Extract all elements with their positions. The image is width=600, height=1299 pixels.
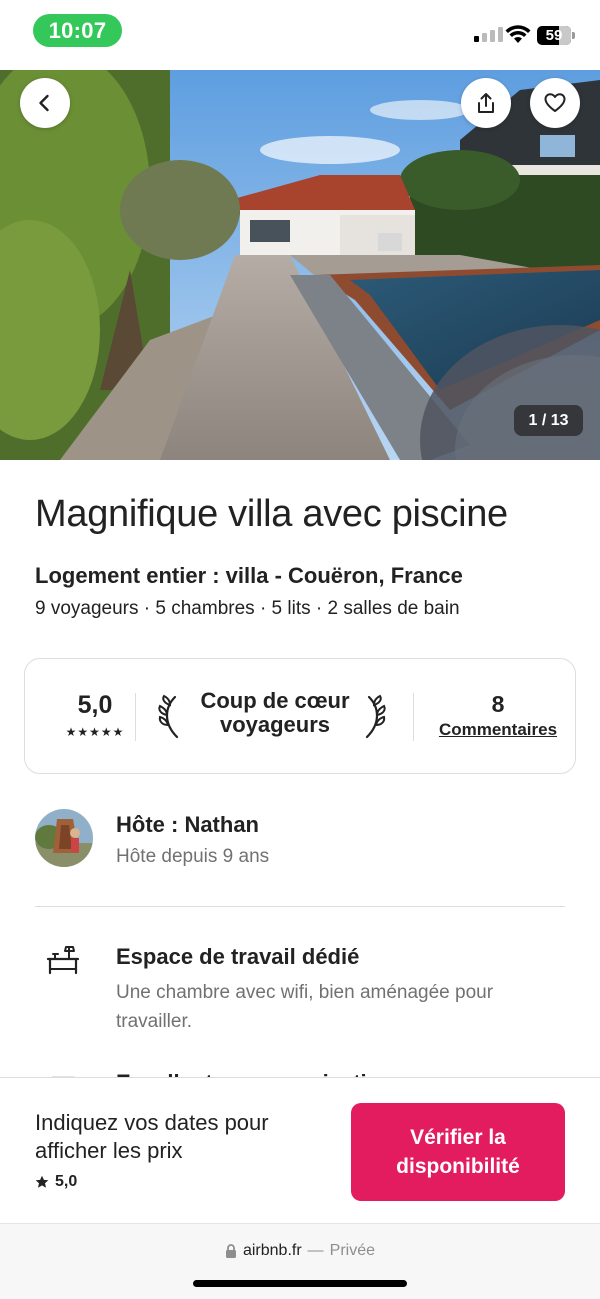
card-divider: [413, 693, 414, 741]
star-icon: [35, 1175, 49, 1188]
status-time: 10:07: [33, 14, 122, 47]
reviews-link[interactable]: Commentaires: [430, 720, 566, 740]
laurel-left-icon: [158, 694, 179, 739]
heart-icon: [544, 93, 566, 112]
laurel-right-icon: [365, 694, 386, 739]
status-bar: 10:07 59: [0, 0, 600, 64]
review-count: 8: [491, 691, 505, 717]
signal-icon: [474, 27, 503, 42]
villa-pool-photo: [0, 70, 600, 460]
desk-icon: [46, 946, 80, 975]
check-availability-button[interactable]: Vérifier la disponibilité: [351, 1103, 565, 1201]
host-photo: [35, 809, 93, 867]
footer-rating: 5,0: [35, 1173, 77, 1191]
rating-stars: ★★★★★: [65, 725, 125, 739]
booking-footer: Indiquez vos dates pour afficher les pri…: [0, 1077, 600, 1223]
wifi-icon: [505, 25, 531, 43]
host-since: Hôte depuis 9 ans: [116, 846, 270, 867]
address-separator: —: [307, 1242, 324, 1259]
section-divider: [35, 906, 565, 907]
guest-favorite-card[interactable]: 5,0 ★★★★★ Coup de cœur voyageurs 8 Comme…: [24, 658, 576, 774]
host-name: Hôte : Nathan: [116, 812, 259, 837]
share-icon: [478, 93, 494, 113]
home-indicator[interactable]: [193, 1280, 407, 1287]
host-avatar[interactable]: [35, 809, 93, 867]
rating-score: 5,0: [77, 691, 113, 719]
lock-icon: [225, 1244, 236, 1258]
feature-title: Espace de travail dédié: [116, 944, 360, 969]
private-mode-label: Privée: [329, 1242, 376, 1259]
back-button[interactable]: [20, 78, 70, 128]
listing-photo[interactable]: [0, 70, 600, 460]
address-field[interactable]: airbnb.fr — Privée: [0, 1242, 600, 1260]
feature-description: Une chambre avec wifi, bien aménagée pou…: [116, 982, 494, 1032]
browser-address-bar[interactable]: airbnb.fr — Privée: [0, 1223, 600, 1299]
guest-favorite-label: Coup de cœur voyageurs: [200, 688, 350, 737]
footer-rating-value: 5,0: [55, 1173, 78, 1190]
address-domain: airbnb.fr: [242, 1242, 302, 1259]
card-divider: [135, 693, 136, 741]
photo-counter: 1 / 13: [514, 405, 583, 436]
share-button[interactable]: [461, 78, 511, 128]
listing-title: Magnifique villa avec piscine: [35, 493, 508, 535]
listing-details: 9 voyageurs · 5 chambres · 5 lits · 2 sa…: [35, 598, 460, 619]
listing-subtitle: Logement entier : villa - Couëron, Franc…: [35, 563, 463, 588]
battery-icon: 59: [537, 26, 575, 45]
price-prompt: Indiquez vos dates pour afficher les pri…: [35, 1110, 269, 1163]
battery-level-text: 59: [545, 27, 563, 44]
back-arrow-icon: [39, 94, 49, 112]
favorite-button[interactable]: [530, 78, 580, 128]
